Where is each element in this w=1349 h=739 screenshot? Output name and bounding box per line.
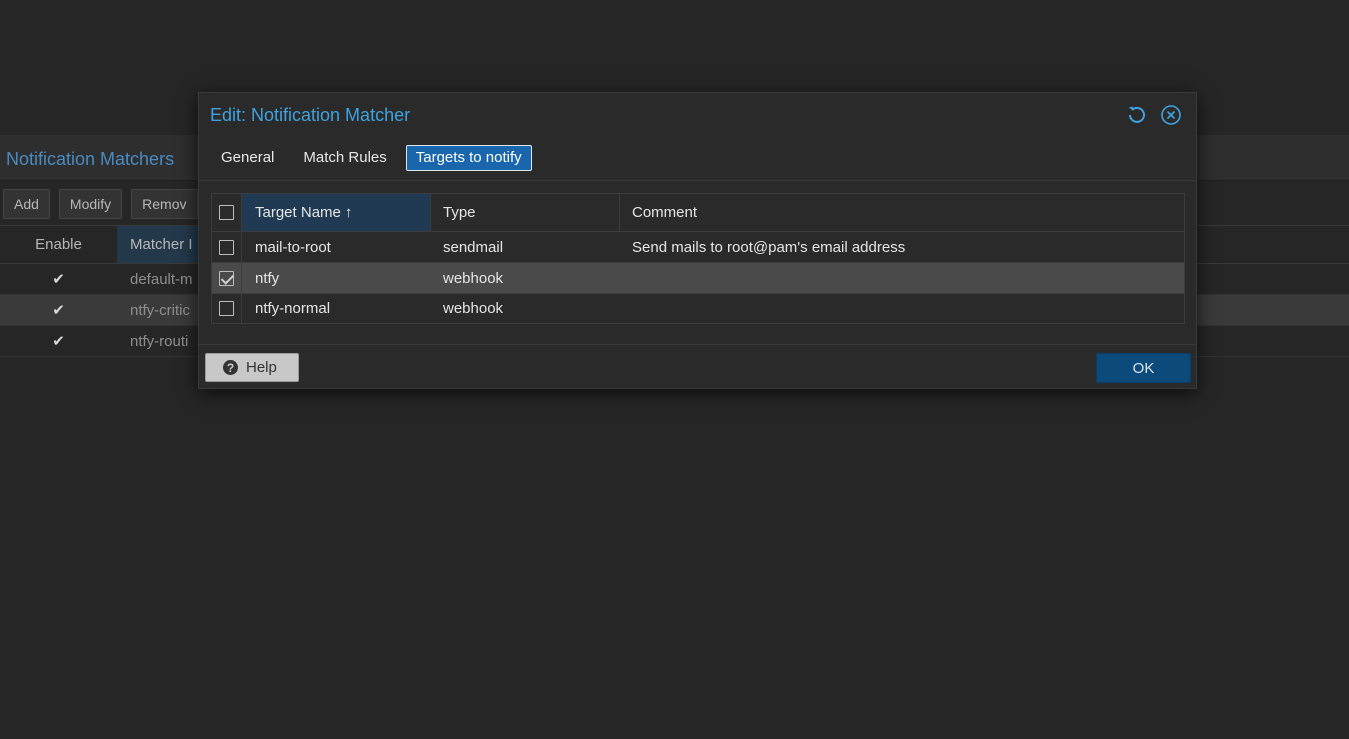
sort-ascending-icon: ↑ xyxy=(344,204,353,221)
target-comment: Send mails to root@pam's email address xyxy=(632,238,906,256)
targets-grid-header: Target Name ↑ Type Comment xyxy=(212,194,1184,232)
refresh-icon[interactable] xyxy=(1126,104,1148,126)
select-all-cell xyxy=(212,194,242,231)
tab-general[interactable]: General xyxy=(211,145,284,171)
question-circle-icon: ? xyxy=(223,360,238,375)
help-button-label: Help xyxy=(246,359,277,376)
target-type: webhook xyxy=(443,269,504,287)
remove-button[interactable]: Remov xyxy=(131,189,198,219)
column-header-label: Target Name xyxy=(255,204,341,221)
table-row[interactable]: ntfy-normal webhook xyxy=(212,294,1184,323)
add-button[interactable]: Add xyxy=(3,189,50,219)
ok-button[interactable]: OK xyxy=(1096,353,1191,383)
footer-divider xyxy=(199,344,1196,345)
column-header-target-name[interactable]: Target Name ↑ xyxy=(242,194,431,231)
close-icon[interactable] xyxy=(1160,104,1182,126)
dialog-tabs: General Match Rules Targets to notify xyxy=(211,145,532,171)
table-row[interactable]: ntfy webhook xyxy=(212,263,1184,294)
target-type: webhook xyxy=(443,300,504,317)
enabled-check-icon: ✔ xyxy=(52,271,65,288)
row-checkbox[interactable] xyxy=(219,301,234,316)
row-checkbox[interactable] xyxy=(219,239,234,255)
tabs-divider xyxy=(199,180,1196,181)
tab-targets-to-notify[interactable]: Targets to notify xyxy=(405,145,532,171)
row-checkbox-cell xyxy=(212,294,242,323)
enabled-check-icon: ✔ xyxy=(52,333,65,350)
target-comment xyxy=(620,294,1184,323)
tab-match-rules[interactable]: Match Rules xyxy=(293,145,396,171)
target-name: ntfy-normal xyxy=(255,300,331,317)
edit-notification-matcher-dialog: Edit: Notification Matcher General Match… xyxy=(198,92,1197,389)
column-header-type[interactable]: Type xyxy=(431,194,620,231)
help-button[interactable]: ? Help xyxy=(205,353,299,382)
enabled-check-icon: ✔ xyxy=(52,302,65,319)
table-row[interactable]: mail-to-root sendmail Send mails to root… xyxy=(212,232,1184,263)
targets-grid: Target Name ↑ Type Comment mail-to-root … xyxy=(211,193,1185,324)
column-header-comment[interactable]: Comment xyxy=(620,194,1184,231)
dialog-title: Edit: Notification Matcher xyxy=(210,105,411,125)
row-checkbox[interactable] xyxy=(219,270,234,286)
column-header-enable[interactable]: Enable xyxy=(0,226,117,263)
target-name: ntfy xyxy=(255,269,280,287)
select-all-checkbox[interactable] xyxy=(219,205,234,220)
target-type: sendmail xyxy=(443,238,504,256)
row-checkbox-cell xyxy=(212,232,242,262)
modify-button[interactable]: Modify xyxy=(58,189,123,219)
target-name: mail-to-root xyxy=(255,238,331,256)
row-checkbox-cell xyxy=(212,263,242,293)
target-comment xyxy=(620,263,1184,293)
